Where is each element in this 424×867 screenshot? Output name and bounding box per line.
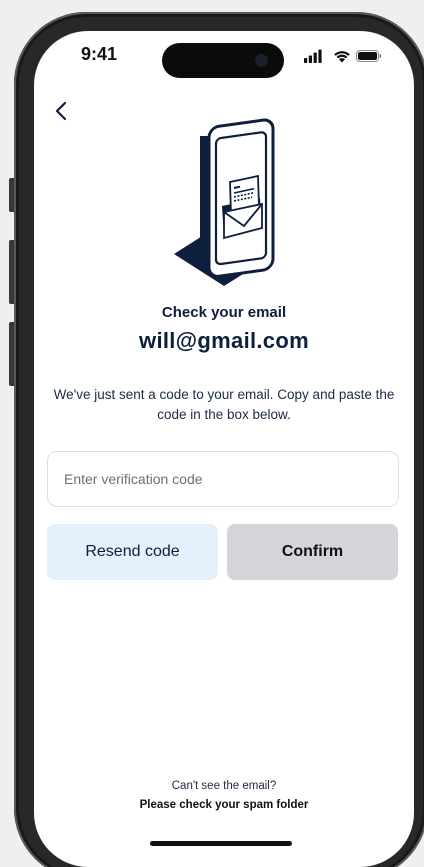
signal-icon [304, 49, 322, 63]
phone-email-illustration [174, 118, 275, 286]
stage: 9:41 Check your email will@gmail.com We'… [0, 0, 424, 867]
instructions-text: We've just sent a code to your email. Co… [53, 387, 395, 422]
camera-icon [255, 54, 268, 67]
wifi-icon [334, 51, 350, 63]
phone-screen: 9:41 Check your email will@gmail.com We'… [34, 31, 414, 867]
dynamic-island [162, 43, 284, 78]
chevron-left-icon[interactable] [50, 99, 74, 123]
spam-folder-hint[interactable]: Please check your spam folder [34, 799, 414, 811]
missing-email-question: Can't see the email? [171, 780, 277, 792]
verification-code-input[interactable] [47, 451, 399, 507]
resend-code-button[interactable]: Resend code [47, 524, 218, 580]
email-address: will@gmail.com [139, 328, 309, 353]
page-title: Check your email [161, 304, 287, 321]
battery-icon [356, 50, 382, 62]
status-icons [304, 49, 382, 63]
home-indicator[interactable] [150, 841, 292, 846]
confirm-button[interactable]: Confirm [227, 524, 398, 580]
status-time: 9:41 [81, 44, 118, 64]
